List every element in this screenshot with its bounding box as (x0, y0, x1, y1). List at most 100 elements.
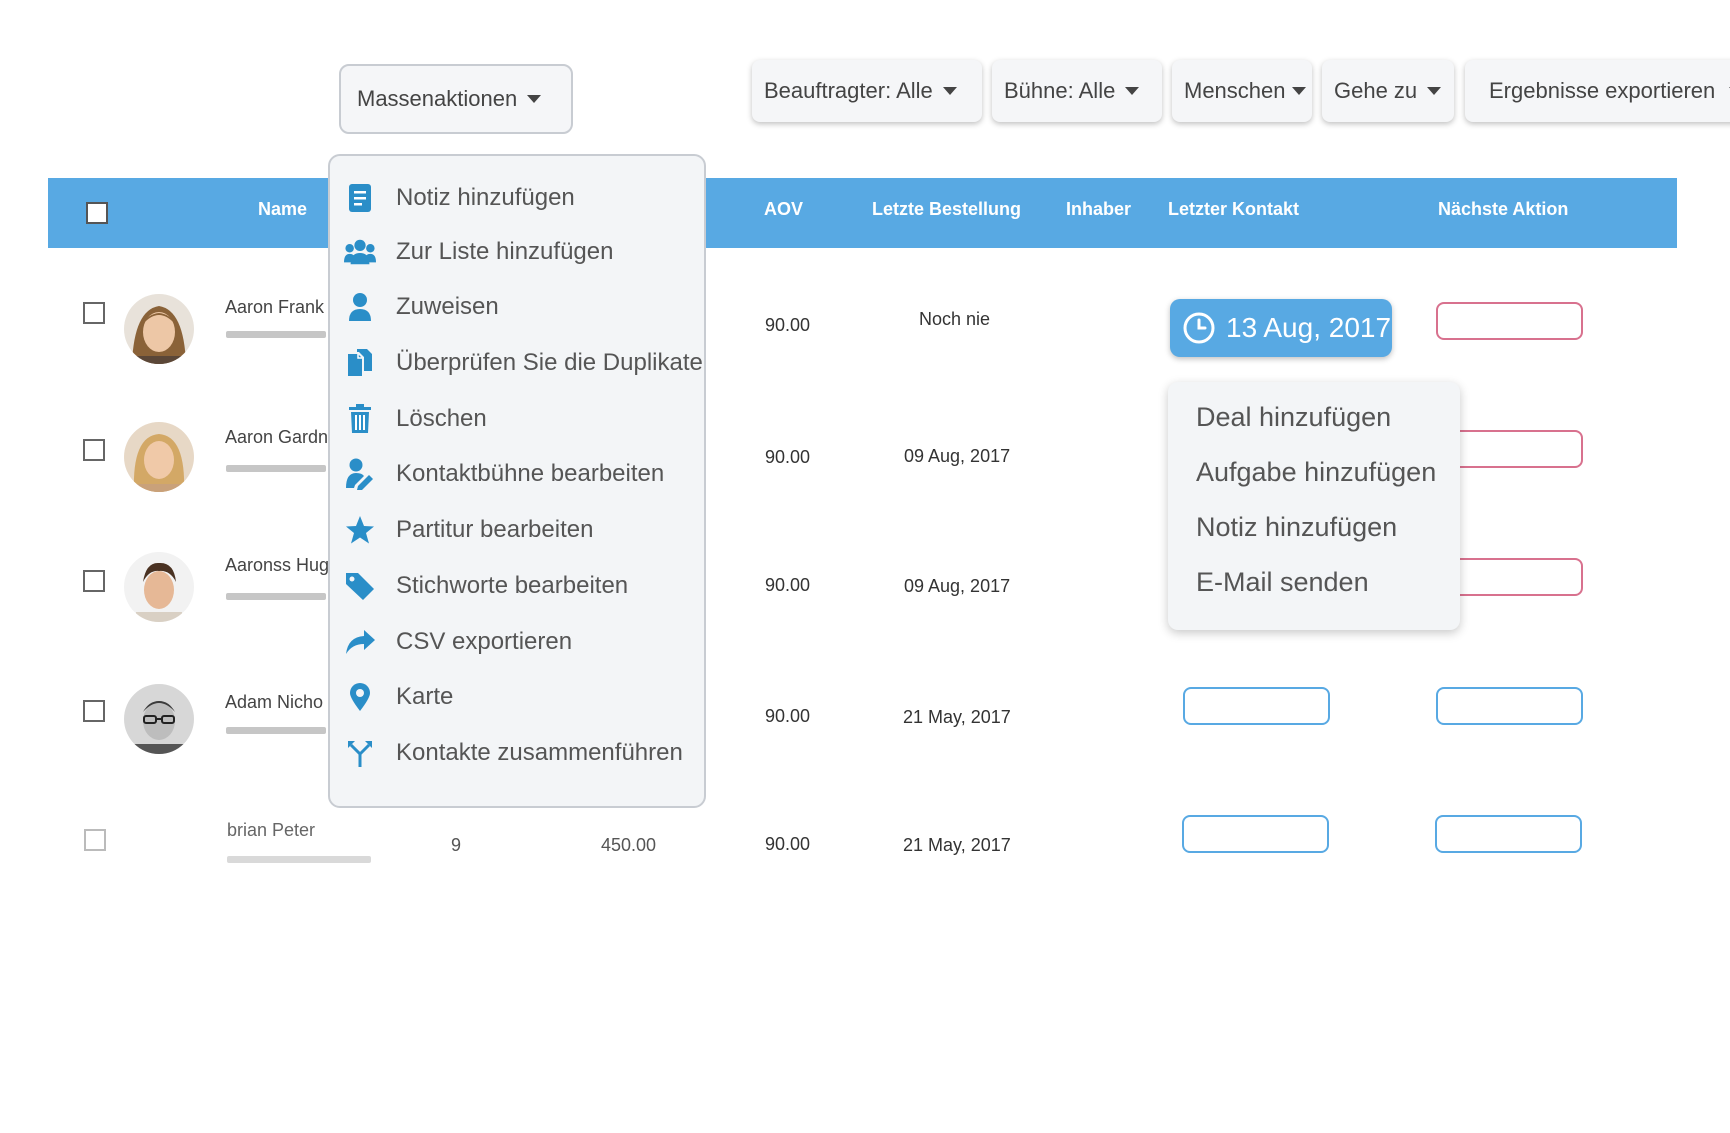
chevron-down-icon (1291, 87, 1306, 95)
duplicate-icon (344, 347, 376, 379)
menu-item-label: Kontakte zusammenführen (396, 739, 683, 766)
contact-name[interactable]: Aaronss Hug (225, 555, 329, 576)
aov-value: 90.00 (765, 447, 811, 467)
menu-item-label: Zur Liste hinzufügen (396, 238, 614, 265)
export-results-button[interactable]: Ergebnisse exportieren (1465, 60, 1730, 122)
contact-name[interactable]: brian Peter (227, 820, 315, 841)
goto-label: Gehe zu (1334, 78, 1418, 103)
add-deal-item[interactable]: Deal hinzufügen (1196, 402, 1391, 433)
map-marker-icon (344, 681, 376, 713)
last-order-value: 09 Aug, 2017 (904, 576, 1011, 596)
header-aov[interactable]: AOV (764, 178, 803, 248)
header-owner[interactable]: Inhaber (1066, 178, 1131, 248)
row-checkbox[interactable] (83, 302, 105, 324)
contact-name[interactable]: Aaron Gardn (225, 427, 328, 448)
row-checkbox[interactable] (83, 439, 105, 461)
menu-item-delete[interactable]: Löschen (344, 399, 487, 439)
bulk-actions-button[interactable]: Massenaktionen (339, 64, 573, 134)
avatar (124, 684, 194, 754)
menu-item-label: Karte (396, 683, 454, 710)
people-filter-label: Menschen (1184, 78, 1286, 103)
aov-value: 90.00 (765, 834, 811, 854)
menu-item-add-note[interactable]: Notiz hinzufügen (344, 178, 575, 218)
score-bar (227, 856, 371, 863)
menu-item-add-to-list[interactable]: Zur Liste hinzufügen (344, 232, 613, 272)
avatar (124, 422, 194, 492)
menu-item-label: Stichworte bearbeiten (396, 572, 629, 599)
menu-item-map[interactable]: Karte (344, 677, 453, 717)
add-note-item[interactable]: Notiz hinzufügen (1196, 512, 1397, 543)
aov-value: 90.00 (765, 315, 811, 335)
row-checkbox[interactable] (83, 570, 105, 592)
next-action-field[interactable] (1436, 302, 1583, 340)
menu-item-label: Überprüfen Sie die Duplikate (396, 349, 703, 376)
header-last-contact[interactable]: Letzter Kontakt (1168, 178, 1299, 248)
next-action-field[interactable] (1435, 815, 1582, 853)
aov-value: 90.00 (765, 706, 811, 726)
menu-item-edit-score[interactable]: Partitur bearbeiten (344, 510, 593, 550)
table-header: Name AOV Letzte Bestellung Inhaber Letzt… (48, 178, 1677, 248)
header-last-order[interactable]: Letzte Bestellung (872, 178, 1021, 248)
last-contact-field[interactable] (1183, 687, 1330, 725)
menu-item-label: Kontaktbühne bearbeiten (396, 460, 665, 487)
chevron-down-icon (1427, 87, 1442, 95)
note-icon (344, 182, 376, 214)
row-checkbox[interactable] (84, 829, 106, 851)
stage-filter-label: Bühne: Alle (1004, 78, 1116, 103)
orders-value: 9 (451, 835, 462, 855)
avatar (124, 552, 194, 622)
score-bar (226, 465, 326, 472)
users-icon (344, 236, 376, 268)
stage-filter-button[interactable]: Bühne: Alle (992, 60, 1162, 122)
next-action-field[interactable] (1436, 687, 1583, 725)
last-contact-date-button[interactable]: 13 Aug, 2017 (1170, 299, 1392, 357)
last-contact-date: 13 Aug, 2017 (1226, 312, 1392, 343)
menu-item-label: Partitur bearbeiten (396, 516, 594, 543)
chevron-down-icon (1125, 87, 1140, 95)
menu-item-label: Löschen (396, 405, 487, 432)
chevron-down-icon (942, 87, 957, 95)
menu-item-export-csv[interactable]: CSV exportieren (344, 622, 572, 662)
score-bar (226, 331, 326, 338)
header-next-action[interactable]: Nächste Aktion (1438, 178, 1568, 248)
header-name[interactable]: Name (258, 178, 307, 248)
aov-value: 90.00 (765, 575, 811, 595)
menu-item-label: CSV exportieren (396, 628, 573, 655)
contact-name[interactable]: Aaron Frank (225, 297, 324, 318)
user-icon (344, 291, 376, 323)
last-order-value: 09 Aug, 2017 (904, 446, 1011, 466)
menu-item-check-duplicates[interactable]: Überprüfen Sie die Duplikate (344, 343, 703, 383)
send-email-item[interactable]: E-Mail senden (1196, 567, 1369, 598)
next-action-popup: Deal hinzufügen Aufgabe hinzufügen Notiz… (1168, 382, 1460, 630)
assignee-filter-label: Beauftragter: Alle (764, 78, 933, 103)
star-icon (344, 514, 376, 546)
revenue-value: 450.00 (601, 835, 657, 855)
last-order-value: 21 May, 2017 (903, 707, 1011, 727)
last-contact-field[interactable] (1182, 815, 1329, 853)
last-order-value: 21 May, 2017 (903, 835, 1011, 855)
bulk-actions-label: Massenaktionen (357, 86, 518, 111)
bulk-actions-menu: Notiz hinzufügen Zur Liste hinzufügen Zu… (328, 154, 706, 808)
assignee-filter-button[interactable]: Beauftragter: Alle (752, 60, 982, 122)
score-bar (226, 593, 326, 600)
menu-item-assign[interactable]: Zuweisen (344, 287, 499, 327)
menu-item-edit-contact-stage[interactable]: Kontaktbühne bearbeiten (344, 454, 664, 494)
avatar (124, 294, 194, 364)
menu-item-merge-contacts[interactable]: Kontakte zusammenführen (344, 733, 683, 773)
contact-name[interactable]: Adam Nicho (225, 692, 323, 713)
add-task-item[interactable]: Aufgabe hinzufügen (1196, 457, 1436, 488)
export-results-label: Ergebnisse exportieren (1489, 78, 1716, 103)
menu-item-label: Zuweisen (396, 293, 499, 320)
menu-item-label: Notiz hinzufügen (396, 184, 575, 211)
select-all-checkbox[interactable] (86, 202, 108, 224)
chevron-down-icon (527, 95, 542, 103)
score-bar (226, 727, 326, 734)
last-order-value: Noch nie (919, 309, 991, 329)
user-edit-icon (344, 458, 376, 490)
people-filter-button[interactable]: Menschen (1172, 60, 1312, 122)
tag-icon (344, 570, 376, 602)
row-checkbox[interactable] (83, 700, 105, 722)
trash-icon (344, 403, 376, 435)
menu-item-edit-tags[interactable]: Stichworte bearbeiten (344, 566, 628, 606)
goto-button[interactable]: Gehe zu (1322, 60, 1454, 122)
